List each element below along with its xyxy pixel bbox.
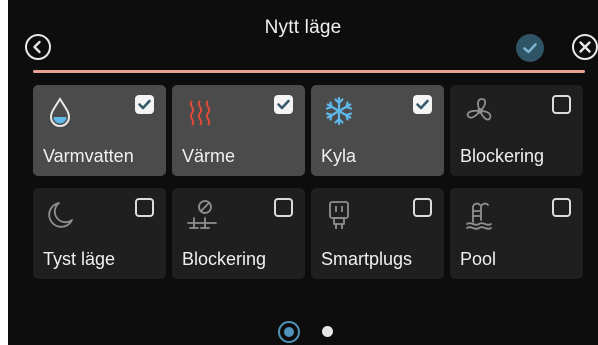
page-title: Nytt läge bbox=[264, 17, 342, 38]
checkbox-varmvatten[interactable] bbox=[135, 95, 154, 114]
confirm-button[interactable] bbox=[516, 34, 544, 62]
pool-ladder-icon bbox=[466, 202, 492, 230]
tile-label: Blockering bbox=[460, 146, 545, 166]
water-drop-icon bbox=[49, 97, 71, 127]
check-icon bbox=[416, 99, 429, 110]
fan-icon bbox=[466, 98, 492, 121]
tile-smartplugs[interactable]: Smartplugs bbox=[311, 188, 444, 279]
compressor-block-icon bbox=[187, 200, 217, 229]
tile-varme[interactable]: Värme bbox=[172, 85, 305, 176]
heat-waves-icon bbox=[189, 100, 211, 126]
tile-kyla[interactable]: Kyla bbox=[311, 85, 444, 176]
check-icon bbox=[138, 99, 151, 110]
page-indicator-next[interactable] bbox=[322, 326, 333, 337]
back-button[interactable] bbox=[25, 34, 51, 60]
tile-tyst-lage[interactable]: Tyst läge bbox=[33, 188, 166, 279]
tile-varmvatten[interactable]: Varmvatten bbox=[33, 85, 166, 176]
check-icon bbox=[277, 99, 290, 110]
tile-label: Smartplugs bbox=[321, 249, 413, 269]
tile-blockering-fan[interactable]: Blockering bbox=[450, 85, 583, 176]
checkbox-pool[interactable] bbox=[552, 198, 571, 217]
tile-label: Värme bbox=[182, 146, 236, 166]
close-button[interactable] bbox=[572, 34, 598, 60]
checkbox-blockering-fan[interactable] bbox=[552, 95, 571, 114]
tile-label: Varmvatten bbox=[43, 146, 134, 166]
tile-label: Kyla bbox=[321, 146, 357, 166]
tile-label: Pool bbox=[460, 249, 497, 269]
close-icon bbox=[579, 41, 591, 53]
checkbox-tyst-lage[interactable] bbox=[135, 198, 154, 217]
checkbox-blockering-compressor[interactable] bbox=[274, 198, 293, 217]
checkbox-kyla[interactable] bbox=[413, 95, 432, 114]
tile-pool[interactable]: Pool bbox=[450, 188, 583, 279]
moon-icon bbox=[48, 202, 73, 228]
tile-label: Blockering bbox=[182, 249, 267, 269]
plug-icon bbox=[329, 201, 349, 229]
page-indicator-current[interactable] bbox=[278, 321, 300, 343]
checkbox-smartplugs[interactable] bbox=[413, 198, 432, 217]
checkbox-varme[interactable] bbox=[274, 95, 293, 114]
tile-blockering-compressor[interactable]: Blockering bbox=[172, 188, 305, 279]
header-divider bbox=[33, 70, 585, 73]
snowflake-icon bbox=[325, 96, 353, 126]
chevron-left-icon bbox=[33, 40, 41, 54]
mode-screen: Nytt läge Varmvatten Värme Kyla Blockeri… bbox=[8, 0, 598, 345]
check-icon bbox=[523, 43, 537, 54]
tile-label: Tyst läge bbox=[43, 249, 116, 269]
